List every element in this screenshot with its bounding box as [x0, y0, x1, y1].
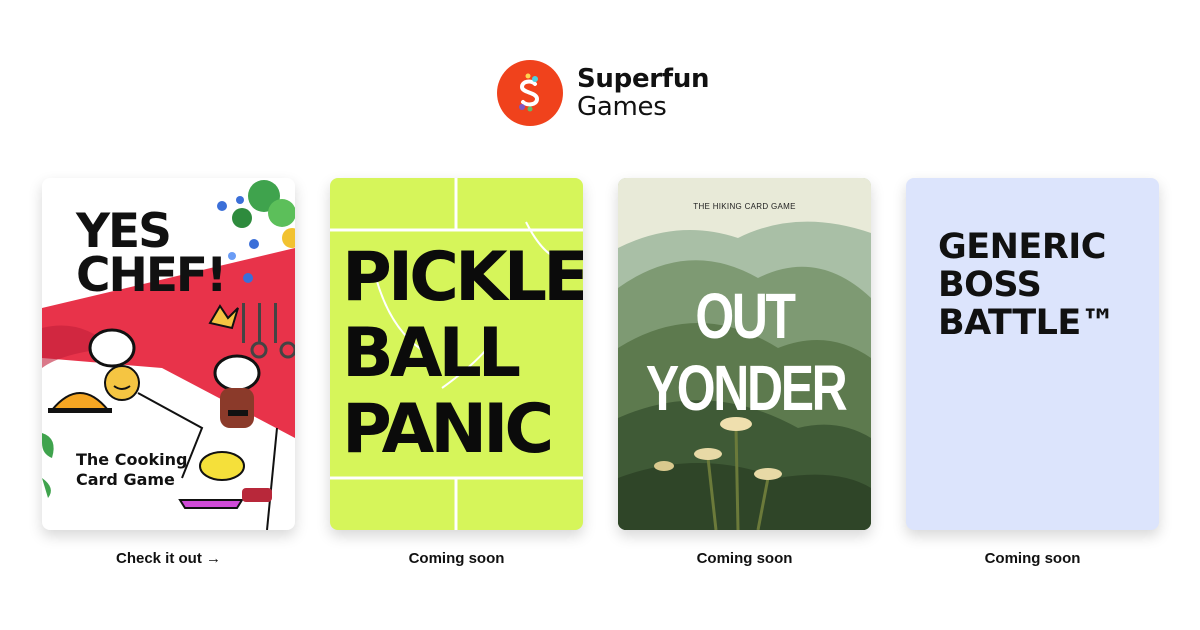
game-card-out-yonder[interactable]: THE HIKING CARD GAME OUT YONDER: [618, 178, 871, 530]
brand-logo[interactable]: Superfun Games: [497, 60, 710, 126]
brand-subtitle: Games: [577, 92, 667, 122]
card-title: GENERIC BOSS BATTLE™: [938, 228, 1154, 342]
coming-soon-label: Coming soon: [696, 550, 793, 567]
game-card-generic-boss-battle[interactable]: GENERIC BOSS BATTLE™: [906, 178, 1159, 530]
title-line-2: BALL: [342, 314, 521, 393]
check-it-out-link[interactable]: Check it out →: [42, 550, 295, 567]
title-line-1: GENERIC: [938, 227, 1107, 267]
brand-name: Superfun: [577, 64, 710, 94]
card-title: YES CHEF!: [76, 208, 246, 303]
title-line-2: BOSS: [938, 265, 1042, 305]
title-line-1: OUT: [695, 280, 796, 352]
card-title: OUT YONDER: [645, 280, 848, 424]
coming-soon-label: Coming soon: [984, 550, 1081, 567]
coming-soon-label: Coming soon: [408, 550, 505, 567]
title-line-2: YONDER: [645, 352, 848, 424]
superfun-logo-icon: [497, 60, 563, 126]
title-line-1: PICKLE: [342, 238, 583, 317]
title-line-3: PANIC: [342, 390, 554, 469]
title-line-2: CHEF!: [76, 248, 227, 303]
game-card-yes-chef[interactable]: YES CHEF! The Cooking Card Game: [42, 178, 295, 530]
game-card-pickle-ball-panic[interactable]: PICKLE BALL PANIC: [330, 178, 583, 530]
title-line-3: BATTLE™: [938, 303, 1116, 343]
card-kicker: THE HIKING CARD GAME: [693, 202, 796, 211]
card-subtitle: The Cooking Card Game: [76, 450, 188, 489]
card-title: PICKLE BALL PANIC: [342, 238, 583, 469]
